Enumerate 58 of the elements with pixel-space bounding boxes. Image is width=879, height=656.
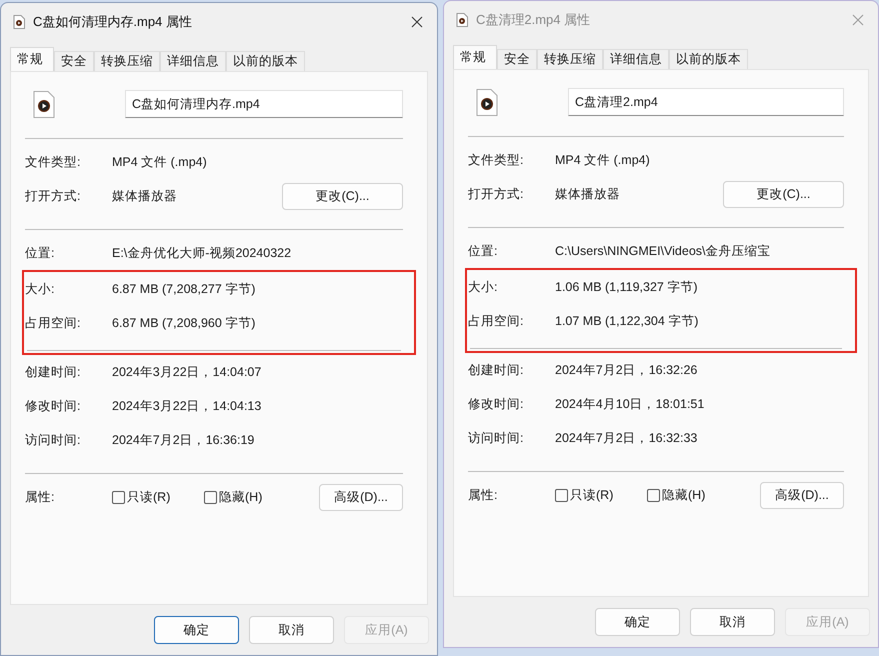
tab[interactable]: 以前的版本 (226, 51, 305, 71)
field-label: 属性: (468, 486, 498, 504)
field-value: 2024年7月2日，16:36:19 (112, 432, 256, 448)
field-value: 媒体播放器 (112, 188, 178, 204)
field-label: 访问时间: (25, 432, 82, 448)
filename-field[interactable]: C盘如何清理内存.mp4 (125, 90, 403, 118)
video-file-icon (33, 90, 55, 118)
field-label: 修改时间: (25, 398, 82, 414)
checkbox[interactable] (204, 490, 217, 504)
video-file-icon (13, 15, 25, 29)
field-label: 打开方式: (25, 188, 82, 204)
window-title: C盘清理2.mp4 属性 (476, 11, 592, 29)
field-label: 占用空间: (468, 312, 524, 330)
advanced-button[interactable]: 高级(D)... (319, 484, 403, 510)
field-value: E:\金舟优化大师-视频20240322 (112, 244, 292, 262)
field-value: 2024年7月2日，16:32:33 (555, 430, 698, 446)
field-label: 属性: (25, 488, 56, 506)
video-file-icon (476, 88, 498, 116)
field-value: 2024年7月2日，16:32:26 (555, 362, 698, 378)
checkbox-label: 只读(R) (127, 488, 170, 506)
dialog-button[interactable]: 取消 (249, 616, 334, 644)
field-label: 访问时间: (468, 430, 524, 446)
field-value: C:\Users\NINGMEI\Videos\金舟压缩宝 (555, 242, 772, 260)
tab[interactable]: 安全 (54, 51, 94, 71)
change-button[interactable]: 更改(C)... (282, 182, 403, 210)
field-label: 打开方式: (468, 186, 524, 202)
change-button[interactable]: 更改(C)... (723, 180, 844, 208)
field-value: 1.06 MB (1,119,327 字节) (555, 278, 699, 296)
checkbox[interactable] (112, 490, 125, 504)
video-file-icon (456, 13, 468, 27)
field-label: 大小: (468, 278, 498, 296)
field-label: 创建时间: (468, 362, 524, 378)
field-label: 占用空间: (25, 314, 82, 332)
checkbox-label: 隐藏(H) (662, 486, 706, 504)
field-value: 2024年3月22日，14:04:07 (112, 364, 262, 380)
field-label: 位置: (468, 242, 498, 260)
field-label: 创建时间: (25, 364, 82, 380)
tab[interactable]: 常规 (10, 47, 54, 71)
field-value: 2024年4月10日，18:01:51 (555, 396, 706, 412)
field-value: 媒体播放器 (555, 186, 621, 202)
tab[interactable]: 详细信息 (160, 51, 226, 71)
field-value: MP4 文件 (.mp4) (555, 152, 651, 168)
field-label: 位置: (25, 244, 56, 262)
field-label: 大小: (25, 280, 56, 298)
close-icon[interactable] (411, 16, 423, 28)
field-value: 2024年3月22日，14:04:13 (112, 398, 262, 414)
window-title: C盘如何清理内存.mp4 属性 (33, 13, 193, 31)
field-value: 1.07 MB (1,122,304 字节) (555, 312, 700, 330)
field-value: MP4 文件 (.mp4) (112, 154, 208, 170)
checkbox-label: 只读(R) (570, 486, 614, 504)
field-label: 修改时间: (468, 396, 524, 412)
field-label: 文件类型: (468, 152, 524, 168)
checkbox-label: 隐藏(H) (219, 488, 262, 506)
tab[interactable]: 转换压缩 (94, 51, 160, 71)
field-label: 文件类型: (25, 154, 82, 170)
field-value: 6.87 MB (7,208,960 字节) (112, 314, 256, 332)
dialog-button[interactable]: 确定 (154, 616, 239, 644)
field-value: 6.87 MB (7,208,277 字节) (112, 280, 256, 298)
